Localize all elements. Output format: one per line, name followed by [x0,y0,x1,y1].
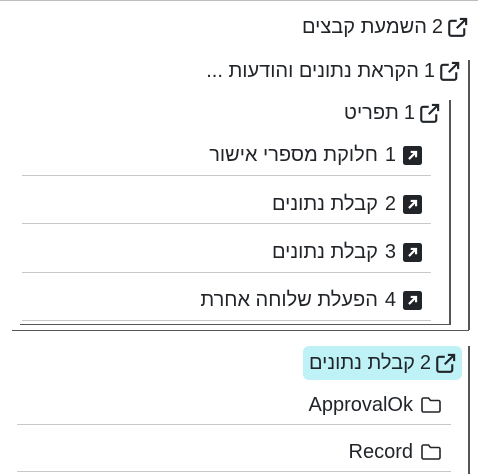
node-count: 1 [403,101,415,124]
node-count: 1 [423,59,435,82]
row-divider [17,471,451,472]
node-label: הקראת נתונים והודעות ... [206,59,419,82]
folder-icon [420,396,442,414]
row-divider [22,223,431,224]
node-label: השמעת קבצים [302,15,427,38]
list-item-run-other-extension[interactable]: 4 הפעלת שלוחה אחרת [200,276,422,324]
square-arrow-up-right-icon [403,194,422,214]
tree-branch-bottom-line [12,330,469,331]
list-item-receive-data-3[interactable]: 3 קבלת נתונים [272,228,422,276]
external-link-icon [440,61,460,81]
node-label: תפריט [343,101,399,124]
tree-branch-bottom-line [20,324,450,325]
external-link-icon [420,103,440,123]
node-count: 2 [431,15,443,38]
row-divider [17,424,451,425]
row-divider [22,175,431,176]
folder-item-approvalok[interactable]: ApprovalOk [309,381,443,429]
tree-node-read-data-messages[interactable]: 1 הקראת נתונים והודעות ... [206,56,460,86]
external-link-icon [436,353,456,373]
item-label: קבלת נתונים [272,240,378,263]
external-link-icon [448,17,468,37]
tree-branch-line [468,60,470,330]
top-divider [0,0,478,1]
square-arrow-up-right-icon [403,145,422,165]
tree-node-receive-data-selected[interactable]: 2 קבלת נתונים [303,346,462,380]
row-divider [22,272,431,273]
tree-node-menu[interactable]: 1 תפריט [344,98,440,128]
item-label: קבלת נתונים [272,192,378,215]
list-item-receive-data-2[interactable]: 2 קבלת נתונים [272,180,422,228]
item-label: חלוקת מספרי אישור [209,143,378,166]
folder-item-record[interactable]: Record [349,428,442,476]
item-count: 2 [384,192,396,215]
item-count: 3 [384,240,396,263]
node-label: קבלת נתונים [309,351,415,374]
item-count: 1 [384,143,396,166]
square-arrow-up-right-icon [403,242,422,262]
tree-branch-line [468,346,470,474]
item-count: 4 [384,288,396,311]
square-arrow-up-right-icon [403,290,422,310]
row-divider [22,320,431,321]
list-item-approval-numbers[interactable]: 1 חלוקת מספרי אישור [209,131,422,179]
node-count: 2 [419,351,431,374]
folder-label: Record [348,440,413,463]
tree-branch-line [449,100,451,325]
item-label: הפעלת שלוחה אחרת [200,288,378,311]
folder-label: ApprovalOk [308,393,414,416]
tree-node-play-files[interactable]: 2 השמעת קבצים [302,12,468,42]
folder-icon [420,443,442,461]
